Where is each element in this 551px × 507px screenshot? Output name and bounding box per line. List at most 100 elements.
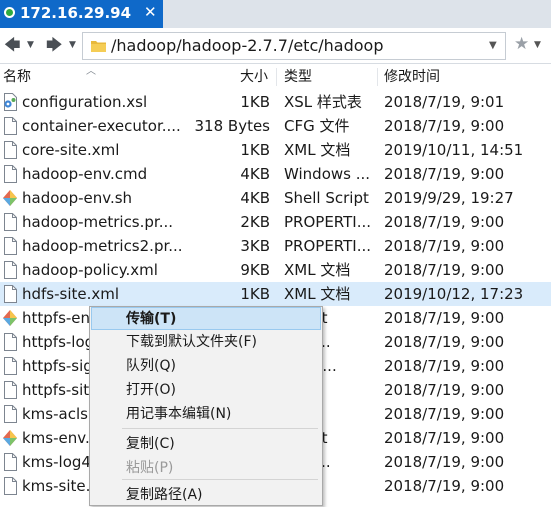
file-modified: 2018/7/19, 9:01 bbox=[384, 93, 505, 111]
file-name: configuration.xsl bbox=[22, 93, 148, 111]
generic-file-icon bbox=[2, 357, 18, 375]
back-history-chevron-down-icon[interactable]: ▼ bbox=[27, 39, 34, 51]
file-row[interactable]: hadoop-env.cmd 4KB Windows ... 2018/7/19, 9… bbox=[0, 162, 551, 186]
menu-item-transfer[interactable]: 传输(T) bbox=[91, 307, 321, 330]
column-divider[interactable] bbox=[276, 68, 277, 86]
file-modified: 2018/7/19, 9:00 bbox=[384, 261, 505, 279]
generic-file-icon bbox=[2, 285, 18, 303]
shell-script-icon bbox=[2, 309, 18, 327]
generic-file-icon bbox=[2, 141, 18, 159]
file-modified: 2018/7/19, 9:00 bbox=[384, 477, 505, 495]
file-type: Shell Script bbox=[284, 189, 369, 207]
file-name: core-site.xml bbox=[22, 141, 120, 159]
menu-item-download-default[interactable]: 下载到默认文件夹(F) bbox=[91, 331, 321, 354]
shell-script-icon bbox=[2, 189, 18, 207]
generic-file-icon bbox=[2, 333, 18, 351]
column-type[interactable]: 类型 bbox=[284, 68, 312, 86]
menu-item-paste: 粘贴(P) bbox=[91, 457, 321, 480]
generic-file-icon bbox=[2, 381, 18, 399]
file-name: container-executor.... bbox=[22, 117, 181, 135]
menu-item-label: 复制(C) bbox=[126, 436, 175, 452]
menu-item-copy-path[interactable]: 复制路径(A) bbox=[91, 484, 321, 507]
generic-file-icon bbox=[2, 213, 18, 231]
tab-bar: 172.16.29.94 ✕ bbox=[0, 0, 551, 28]
bookmark-chevron-down-icon[interactable]: ▼ bbox=[534, 40, 541, 50]
file-size: 4KB bbox=[240, 165, 270, 183]
file-modified: 2018/7/19, 9:00 bbox=[384, 381, 505, 399]
menu-item-label: 粘贴(P) bbox=[126, 460, 174, 476]
file-modified: 2018/7/19, 9:00 bbox=[384, 213, 505, 231]
file-modified: 2018/7/19, 9:00 bbox=[384, 309, 505, 327]
menu-item-label: 复制路径(A) bbox=[126, 487, 203, 503]
file-modified: 2018/7/19, 9:00 bbox=[384, 357, 505, 375]
close-tab-icon[interactable]: ✕ bbox=[144, 2, 157, 22]
file-modified: 2018/7/19, 9:00 bbox=[384, 237, 505, 255]
current-path: /hadoop/hadoop-2.7.7/etc/hadoop bbox=[111, 36, 384, 55]
menu-separator bbox=[122, 479, 318, 480]
file-type: XML 文档 bbox=[284, 141, 351, 159]
menu-item-edit-notepad[interactable]: 用记事本编辑(N) bbox=[91, 403, 321, 426]
file-type: PROPERTI... bbox=[284, 237, 372, 255]
file-size: 3KB bbox=[240, 237, 270, 255]
column-name[interactable]: 名称 bbox=[3, 68, 31, 86]
back-arrow-icon[interactable]: 🡄 bbox=[4, 36, 21, 54]
file-row[interactable]: hdfs-site.xml 1KB XML 文档 2019/10/12, 17:23 bbox=[0, 282, 551, 306]
session-tab[interactable]: 172.16.29.94 ✕ bbox=[0, 0, 163, 28]
file-type: Windows ... bbox=[284, 165, 371, 183]
file-modified: 2019/10/11, 14:51 bbox=[384, 141, 524, 159]
column-header: ︿ 名称 大小 类型 修改时间 bbox=[0, 64, 551, 90]
tab-title: 172.16.29.94 bbox=[20, 4, 132, 22]
file-size: 1KB bbox=[240, 93, 270, 111]
column-modified[interactable]: 修改时间 bbox=[384, 68, 440, 86]
file-name: hadoop-metrics.pr... bbox=[22, 213, 174, 231]
connected-status-icon bbox=[4, 7, 15, 18]
column-size[interactable]: 大小 bbox=[240, 68, 268, 86]
file-name: hdfs-site.xml bbox=[22, 285, 120, 303]
file-type: PROPERTI... bbox=[284, 213, 372, 231]
xsl-file-icon bbox=[2, 93, 18, 111]
file-row[interactable]: hadoop-metrics2.pr... 3KB PROPERTI... 2018/… bbox=[0, 234, 551, 258]
file-type: XML 文档 bbox=[284, 261, 351, 279]
forward-arrow-icon[interactable]: 🡆 bbox=[46, 36, 63, 54]
file-modified: 2018/7/19, 9:00 bbox=[384, 429, 505, 447]
file-name: hadoop-env.cmd bbox=[22, 165, 148, 183]
file-modified: 2018/7/19, 9:00 bbox=[384, 165, 505, 183]
menu-item-open[interactable]: 打开(O) bbox=[91, 379, 321, 402]
file-row[interactable]: hadoop-env.sh 4KB Shell Script 2019/9/29, 1… bbox=[0, 186, 551, 210]
file-row[interactable]: hadoop-metrics.pr... 2KB PROPERTI... 2018/7… bbox=[0, 210, 551, 234]
menu-item-label: 队列(Q) bbox=[126, 358, 176, 374]
file-size: 9KB bbox=[240, 261, 270, 279]
file-name: hadoop-metrics2.pr... bbox=[22, 237, 183, 255]
navigation-toolbar: 🡄 ▼ 🡆 ▼ /hadoop/hadoop-2.7.7/etc/hadoop … bbox=[0, 28, 551, 64]
file-name: hadoop-policy.xml bbox=[22, 261, 158, 279]
file-size: 2KB bbox=[240, 213, 270, 231]
menu-separator bbox=[122, 428, 318, 429]
column-divider[interactable] bbox=[377, 68, 378, 86]
menu-item-label: 传输(T) bbox=[126, 311, 177, 327]
file-row[interactable]: core-site.xml 1KB XML 文档 2019/10/11, 14:51 bbox=[0, 138, 551, 162]
menu-item-copy[interactable]: 复制(C) bbox=[91, 433, 321, 456]
menu-item-label: 打开(O) bbox=[126, 382, 176, 398]
address-bar[interactable]: /hadoop/hadoop-2.7.7/etc/hadoop ▼ bbox=[82, 32, 506, 60]
menu-item-label: 用记事本编辑(N) bbox=[126, 406, 232, 422]
file-modified: 2019/10/12, 17:23 bbox=[384, 285, 524, 303]
file-size: 1KB bbox=[240, 141, 270, 159]
generic-file-icon bbox=[2, 453, 18, 471]
generic-file-icon bbox=[2, 117, 18, 135]
file-row[interactable]: container-executor.... 318 Bytes CFG 文件 201… bbox=[0, 114, 551, 138]
forward-history-chevron-down-icon[interactable]: ▼ bbox=[69, 39, 76, 51]
file-type: CFG 文件 bbox=[284, 117, 350, 135]
path-history-chevron-down-icon[interactable]: ▼ bbox=[489, 40, 497, 51]
sort-ascending-icon: ︿ bbox=[86, 66, 96, 77]
folder-icon bbox=[91, 41, 106, 52]
file-size: 4KB bbox=[240, 189, 270, 207]
generic-file-icon bbox=[2, 261, 18, 279]
file-row[interactable]: configuration.xsl 1KB XSL 样式表 2018/7/19, 9:… bbox=[0, 90, 551, 114]
file-modified: 2018/7/19, 9:00 bbox=[384, 117, 505, 135]
file-size: 1KB bbox=[240, 285, 270, 303]
file-row[interactable]: hadoop-policy.xml 9KB XML 文档 2018/7/19, 9:0… bbox=[0, 258, 551, 282]
file-modified: 2018/7/19, 9:00 bbox=[384, 333, 505, 351]
menu-item-queue[interactable]: 队列(Q) bbox=[91, 355, 321, 378]
file-name: hadoop-env.sh bbox=[22, 189, 133, 207]
star-icon[interactable]: ★ bbox=[514, 35, 529, 53]
